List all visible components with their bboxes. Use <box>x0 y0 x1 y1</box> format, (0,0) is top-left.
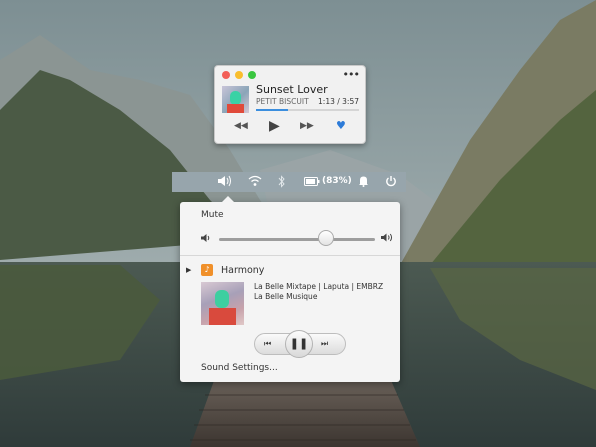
track-title: La Belle Mixtape | Laputa | EMBRZ <box>254 282 384 291</box>
wifi-icon[interactable] <box>248 175 262 190</box>
mini-player-window: ••• Sunset Lover PETIT BISCUIT 1:13 / 3:… <box>214 65 366 144</box>
mute-toggle[interactable]: Mute <box>201 210 224 220</box>
zoom-window-button[interactable] <box>248 71 256 79</box>
harmony-app-icon: ♪ <box>201 264 213 276</box>
play-button[interactable]: ▶ <box>269 118 280 134</box>
more-options-icon[interactable]: ••• <box>343 68 360 81</box>
playback-controls: ⏮ ❚❚ ⏭ <box>254 330 346 358</box>
player-name[interactable]: Harmony <box>221 265 264 276</box>
bluetooth-icon[interactable] <box>278 175 286 191</box>
rewind-button[interactable]: ◀◀ <box>234 121 248 131</box>
menu-divider <box>180 255 400 256</box>
volume-icon[interactable] <box>217 174 233 191</box>
volume-slider-handle[interactable] <box>318 230 335 246</box>
sound-indicator-menu: Mute ▶ ♪ Harmony La Belle Mixtape | Lapu… <box>180 196 400 382</box>
battery-icon[interactable] <box>304 177 320 189</box>
top-panel: (83%) <box>172 172 406 192</box>
heart-icon[interactable]: ♥ <box>336 119 346 132</box>
volume-slider[interactable] <box>219 238 375 241</box>
power-icon[interactable] <box>385 175 397 190</box>
battery-percentage: (83%) <box>322 176 352 186</box>
fast-forward-button[interactable]: ▶▶ <box>300 121 314 131</box>
previous-track-button[interactable]: ⏮ <box>264 339 271 349</box>
song-artist: PETIT BISCUIT <box>256 97 309 106</box>
pause-button[interactable]: ❚❚ <box>285 330 313 358</box>
expand-player-icon[interactable]: ▶ <box>186 266 191 274</box>
sound-settings-link[interactable]: Sound Settings... <box>201 363 278 373</box>
next-track-button[interactable]: ⏭ <box>321 339 328 349</box>
album-art <box>201 282 244 325</box>
volume-high-icon <box>380 232 394 246</box>
song-progress-fill <box>256 109 288 111</box>
song-title: Sunset Lover <box>256 83 328 96</box>
volume-low-icon <box>200 233 212 246</box>
notification-bell-icon[interactable] <box>358 175 369 190</box>
track-album: La Belle Musique <box>254 292 318 301</box>
minimize-window-button[interactable] <box>235 71 243 79</box>
song-time: 1:13 / 3:57 <box>318 97 359 106</box>
close-window-button[interactable] <box>222 71 230 79</box>
song-progress-bar[interactable] <box>256 109 359 111</box>
mini-album-art <box>222 86 249 113</box>
